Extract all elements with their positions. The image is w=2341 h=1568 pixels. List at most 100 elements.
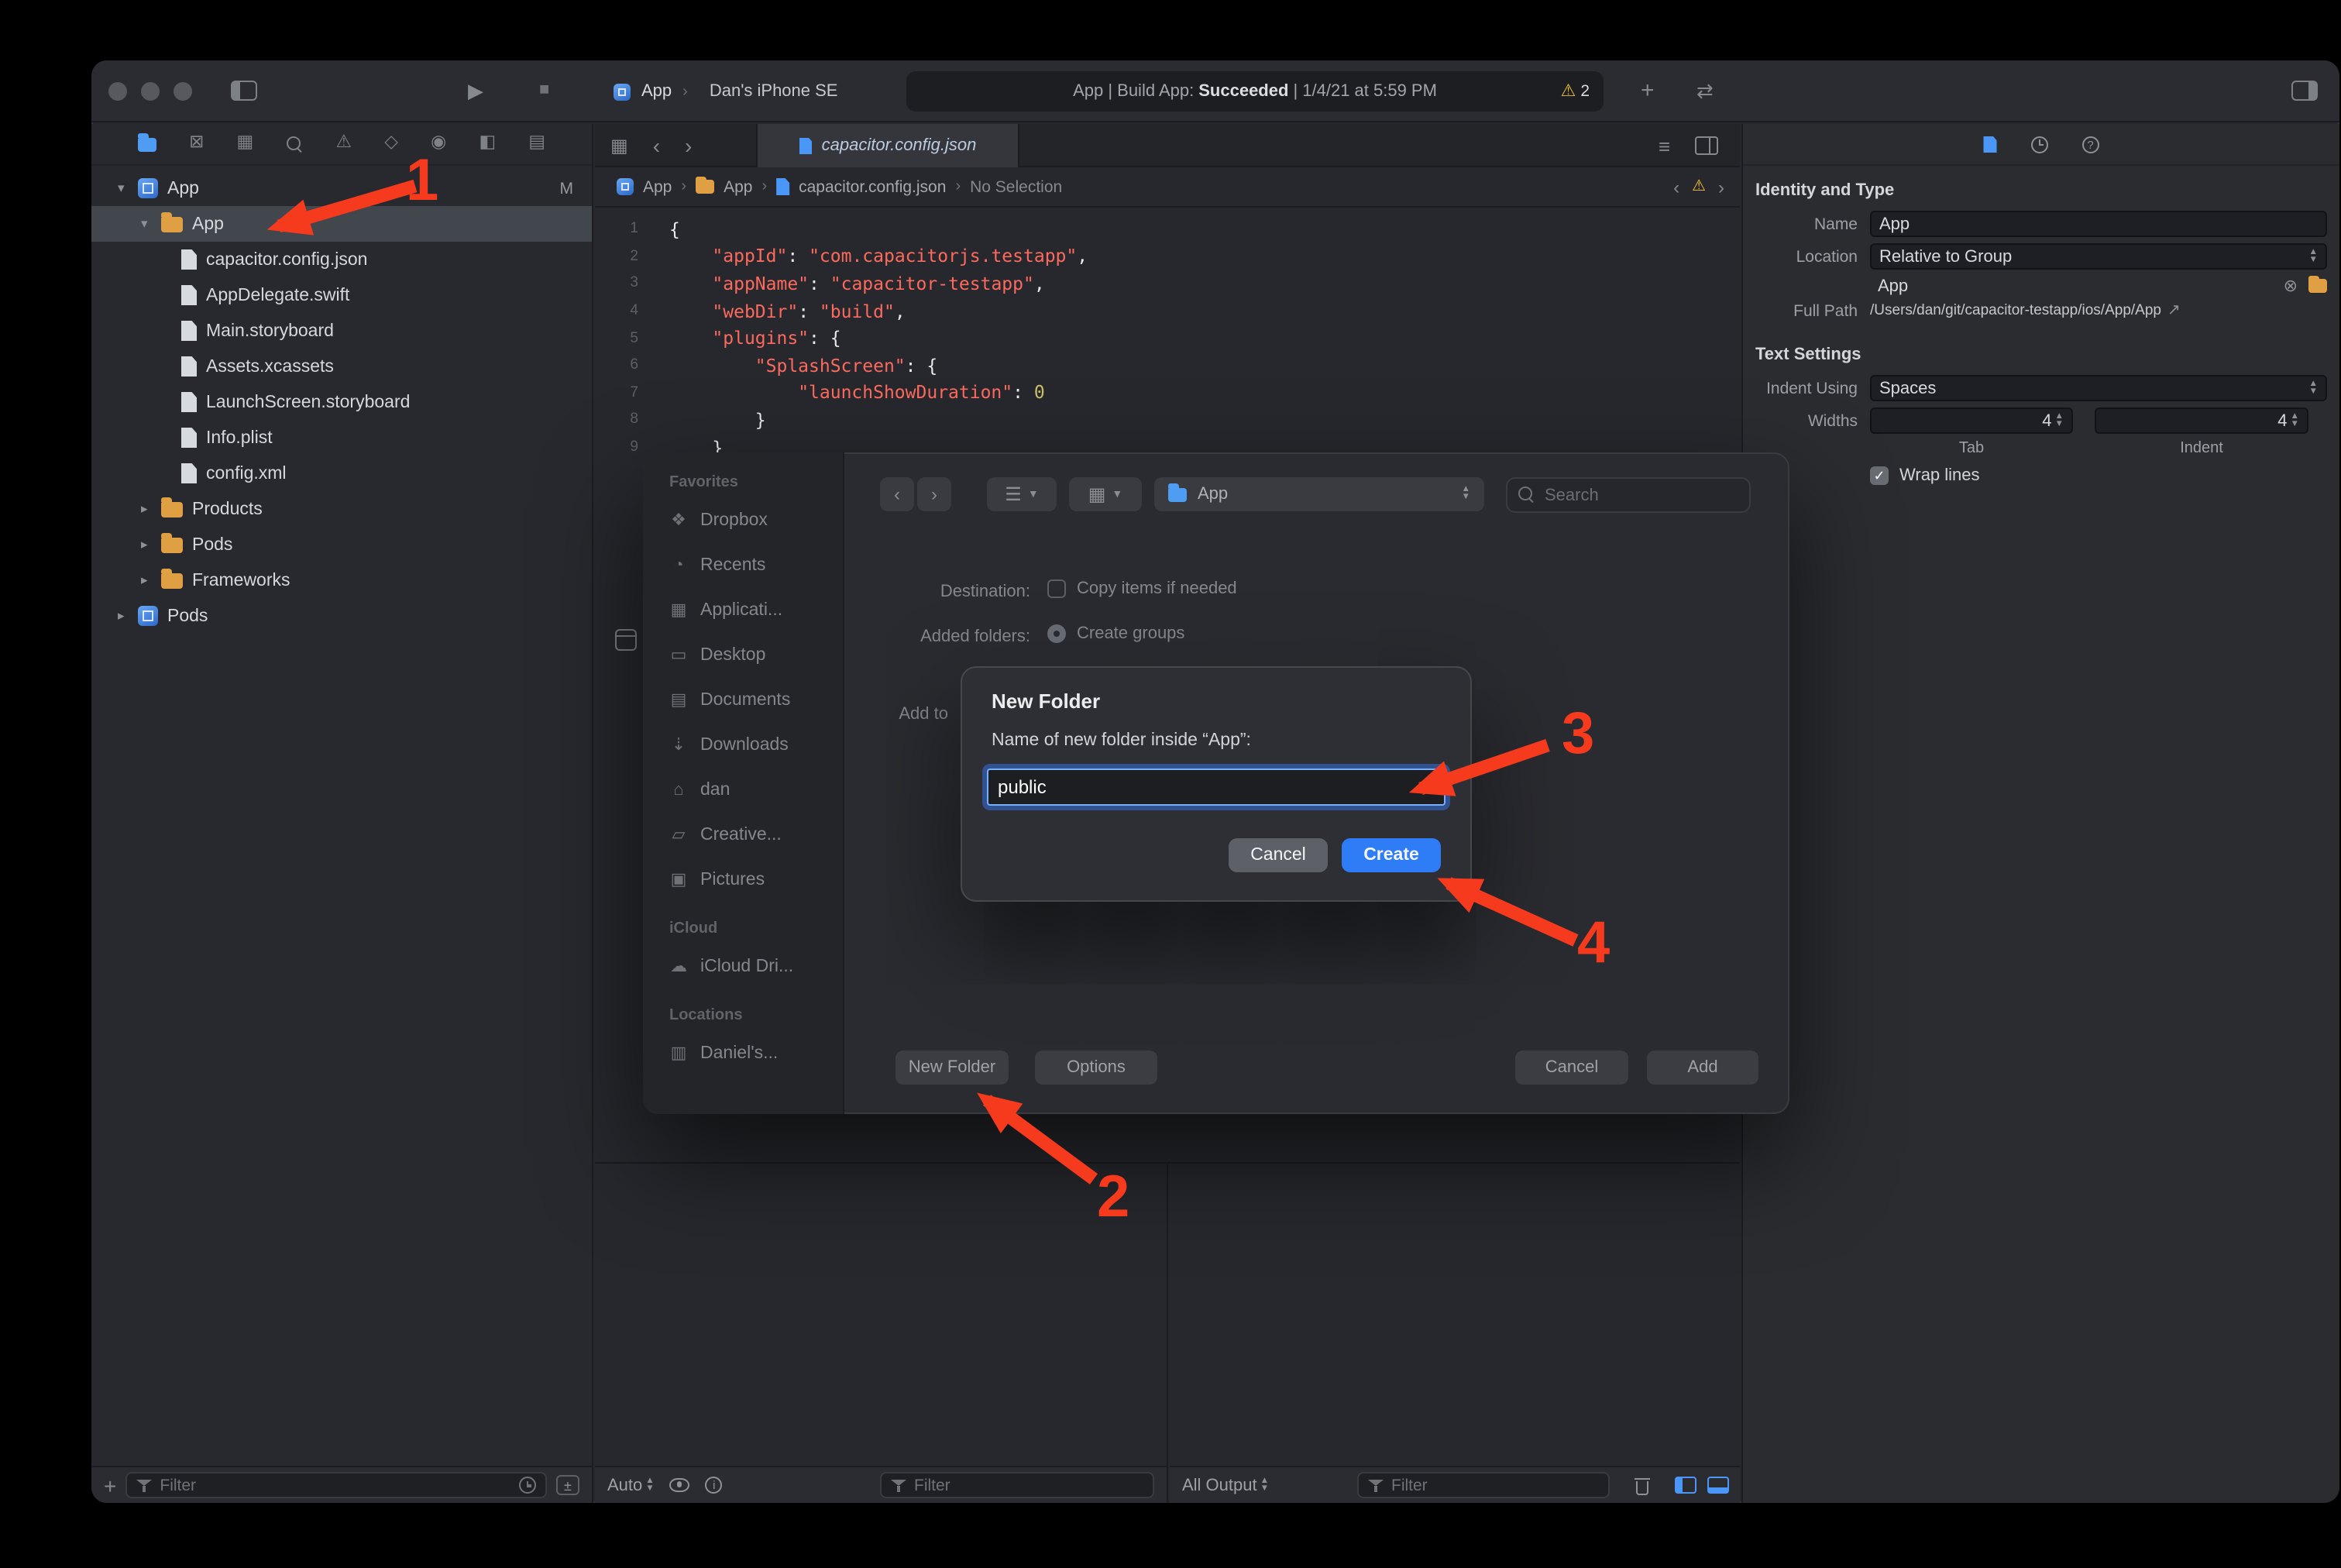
breadcrumb-project[interactable]: App bbox=[643, 177, 672, 196]
sidebar-place-item[interactable]: ⌂ dan bbox=[643, 767, 843, 812]
tree-row[interactable]: AppDelegate.swift bbox=[91, 277, 592, 313]
clear-group-icon[interactable]: ⊗ bbox=[2284, 276, 2298, 296]
sidebar-place-item[interactable]: ▱ Creative... bbox=[643, 812, 843, 857]
run-button[interactable]: ▶ bbox=[468, 81, 483, 101]
navigator-filter-field[interactable]: Filter bbox=[125, 1472, 547, 1498]
disclosure-chevron-icon[interactable] bbox=[118, 180, 138, 197]
sheet-forward-button[interactable]: › bbox=[917, 477, 951, 511]
wrap-lines-checkbox[interactable] bbox=[1870, 466, 1889, 485]
list-view-button[interactable]: ☰▼ bbox=[987, 477, 1057, 511]
choose-folder-icon[interactable] bbox=[2308, 279, 2327, 293]
editor-tab[interactable]: capacitor.config.json bbox=[756, 124, 1019, 167]
issue-navigator-icon[interactable]: ⚠ bbox=[336, 136, 352, 153]
tab-width-stepper[interactable]: 4 bbox=[1870, 407, 2073, 434]
add-editor-icon[interactable] bbox=[1695, 136, 1718, 155]
location-popup[interactable]: Relative to Group bbox=[1870, 243, 2327, 270]
line-number[interactable]: 4 bbox=[595, 302, 651, 319]
project-navigator-icon[interactable] bbox=[138, 137, 156, 151]
indent-width-stepper[interactable]: 4 bbox=[2095, 407, 2308, 434]
help-inspector-icon[interactable]: ? bbox=[2082, 136, 2099, 153]
tree-row[interactable]: Assets.xcassets bbox=[91, 349, 592, 384]
sheet-search-field[interactable]: Search bbox=[1506, 477, 1751, 513]
disclosure-chevron-icon[interactable] bbox=[141, 500, 161, 518]
disclosure-chevron-icon[interactable] bbox=[141, 572, 161, 589]
run-destination[interactable]: Dan's iPhone SE bbox=[710, 82, 838, 101]
source-control-navigator-icon[interactable]: ⊠ bbox=[189, 136, 204, 153]
tree-row[interactable]: Main.storyboard bbox=[91, 313, 592, 349]
tab-overview-icon[interactable]: ▦ bbox=[610, 136, 628, 155]
variables-scope-popup[interactable]: Auto bbox=[607, 1476, 655, 1494]
zoom-button[interactable] bbox=[174, 82, 192, 101]
show-console-panel-icon[interactable] bbox=[1707, 1477, 1729, 1494]
tree-row[interactable]: LaunchScreen.storyboard bbox=[91, 384, 592, 420]
line-number[interactable]: 7 bbox=[595, 384, 651, 401]
sidebar-place-item[interactable]: ▣ Pictures bbox=[643, 857, 843, 902]
close-button[interactable] bbox=[108, 82, 127, 101]
new-folder-button[interactable]: New Folder bbox=[895, 1050, 1009, 1085]
folder-name-input[interactable] bbox=[988, 776, 1444, 798]
filter-options-icon[interactable] bbox=[556, 1475, 579, 1495]
library-plus-icon[interactable]: + bbox=[1641, 79, 1655, 102]
add-item-plus-icon[interactable]: + bbox=[104, 1474, 116, 1496]
line-number[interactable]: 9 bbox=[595, 438, 651, 456]
clear-console-trash-icon[interactable] bbox=[1635, 1476, 1650, 1494]
breadcrumb-group[interactable]: App bbox=[724, 177, 752, 196]
sidebar-place-item[interactable]: ◔ Recents bbox=[643, 542, 843, 587]
report-navigator-icon[interactable]: ▤ bbox=[528, 136, 545, 153]
back-chevron-icon[interactable]: ‹ bbox=[653, 135, 660, 156]
current-folder-popup[interactable]: App bbox=[1154, 477, 1484, 511]
variables-filter-field[interactable]: Filter bbox=[880, 1472, 1154, 1498]
tree-row[interactable]: capacitor.config.json bbox=[91, 242, 592, 277]
recent-files-clock-icon[interactable] bbox=[519, 1477, 536, 1494]
tree-row[interactable]: config.xml bbox=[91, 456, 592, 491]
previous-issue-icon[interactable]: ‹ bbox=[1673, 177, 1679, 196]
warning-counter[interactable]: ⚠ 2 bbox=[1561, 82, 1590, 101]
sidebar-place-item[interactable]: ❖ Dropbox bbox=[643, 497, 843, 542]
sheet-cancel-button[interactable]: Cancel bbox=[1515, 1050, 1628, 1085]
indent-using-popup[interactable]: Spaces bbox=[1870, 375, 2327, 401]
tree-row[interactable]: Pods bbox=[91, 598, 592, 634]
disclosure-chevron-icon[interactable] bbox=[141, 215, 161, 232]
line-number[interactable]: 3 bbox=[595, 275, 651, 292]
adjust-editor-options-icon[interactable]: ≡ bbox=[1659, 136, 1670, 156]
toggle-navigator-icon[interactable] bbox=[231, 81, 257, 101]
tree-row[interactable]: Frameworks bbox=[91, 562, 592, 598]
test-navigator-icon[interactable]: ◇ bbox=[384, 136, 398, 153]
quicklook-eye-icon[interactable] bbox=[670, 1478, 690, 1492]
line-number[interactable]: 6 bbox=[595, 357, 651, 374]
forward-chevron-icon[interactable]: › bbox=[685, 135, 692, 156]
line-number[interactable]: 5 bbox=[595, 329, 651, 346]
console-filter-field[interactable]: Filter bbox=[1357, 1472, 1610, 1498]
line-number[interactable]: 2 bbox=[595, 248, 651, 265]
debug-navigator-icon[interactable]: ◉ bbox=[431, 136, 446, 153]
line-number[interactable]: 8 bbox=[595, 411, 651, 428]
tree-row[interactable]: App M bbox=[91, 170, 592, 206]
copy-items-checkbox-row[interactable]: Copy items if needed bbox=[1047, 579, 1237, 598]
create-groups-radio-row[interactable]: Create groups bbox=[1047, 624, 1184, 643]
info-icon[interactable]: i bbox=[706, 1477, 723, 1494]
options-button[interactable]: Options bbox=[1035, 1050, 1157, 1085]
tree-row[interactable]: Pods bbox=[91, 527, 592, 562]
sheet-add-button[interactable]: Add bbox=[1647, 1050, 1758, 1085]
copy-items-checkbox[interactable] bbox=[1047, 579, 1066, 598]
scheme-selector[interactable]: App › Dan's iPhone SE bbox=[614, 60, 838, 122]
stop-button[interactable]: ■ bbox=[539, 82, 549, 99]
tree-row[interactable]: Products bbox=[91, 491, 592, 527]
symbol-navigator-icon[interactable]: ▦ bbox=[237, 136, 254, 153]
jump-bar[interactable]: App › App › capacitor.config.json › No S… bbox=[595, 167, 1740, 208]
icon-view-button[interactable]: ▦▼ bbox=[1069, 477, 1142, 511]
code-review-icon[interactable]: ⇄ bbox=[1696, 81, 1714, 101]
sidebar-place-item[interactable]: ☁ iCloud Dri... bbox=[643, 944, 843, 989]
breadcrumb-file[interactable]: capacitor.config.json bbox=[799, 177, 946, 196]
name-field[interactable]: App bbox=[1870, 211, 2327, 237]
create-groups-radio[interactable] bbox=[1047, 624, 1066, 643]
file-inspector-icon[interactable] bbox=[1984, 136, 1997, 153]
sheet-back-button[interactable]: ‹ bbox=[880, 477, 914, 511]
dialog-create-button[interactable]: Create bbox=[1342, 838, 1441, 872]
next-issue-icon[interactable]: › bbox=[1718, 177, 1724, 196]
tree-row[interactable]: Info.plist bbox=[91, 420, 592, 456]
activity-status-pill[interactable]: App | Build App: Succeeded | 1/4/21 at 5… bbox=[906, 71, 1604, 112]
console-scope-popup[interactable]: All Output bbox=[1182, 1476, 1269, 1494]
tree-row[interactable]: App bbox=[91, 206, 592, 242]
disclosure-chevron-icon[interactable] bbox=[118, 607, 138, 624]
